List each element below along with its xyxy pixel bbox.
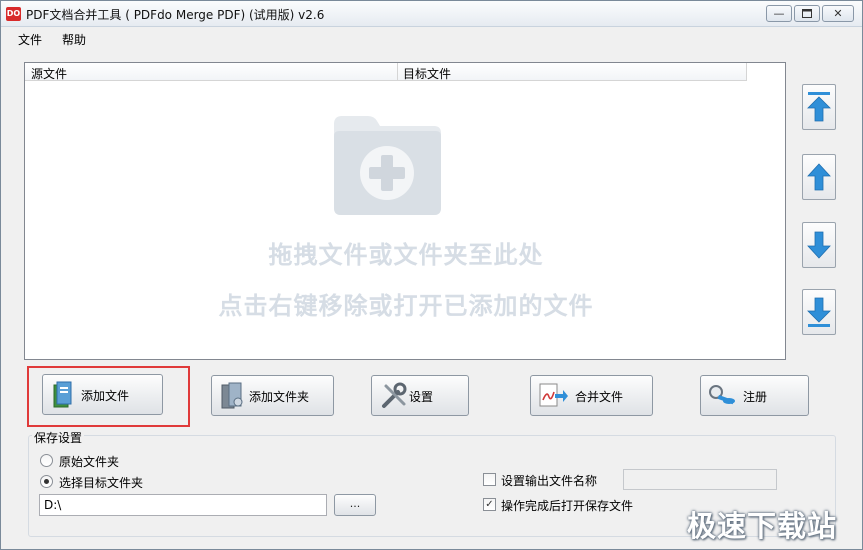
move-down-button[interactable] [802,222,836,268]
menu-file[interactable]: 文件 [18,31,42,48]
add-file-icon [53,381,72,408]
maximize-icon [802,9,812,18]
save-settings-title: 保存设置 [32,429,85,446]
close-icon: ✕ [833,7,843,20]
column-source-file[interactable]: 源文件 [31,65,67,82]
app-logo-icon: DO [6,7,21,21]
merge-button[interactable]: 合并文件 [530,375,653,416]
menu-help[interactable]: 帮助 [62,31,86,48]
context-hint-text: 点击右键移除或打开已添加的文件 [218,292,594,320]
column-target-file[interactable]: 目标文件 [403,65,451,82]
add-folder-button[interactable]: 添加文件夹 [211,375,334,416]
add-folder-label: 添加文件夹 [249,390,310,404]
radio-target-folder-label[interactable]: 选择目标文件夹 [59,474,143,491]
output-name-checkbox[interactable] [483,473,496,486]
minimize-button[interactable]: — [766,5,792,22]
drag-hint-text: 拖拽文件或文件夹至此处 [268,241,544,269]
settings-label: 设置 [409,390,434,404]
file-list[interactable]: 源文件 目标文件 拖拽文件或文件夹至此处 点击右键移除或打开已添加的文件 [24,62,786,360]
title-bar: DO PDF文档合并工具 ( PDFdo Merge PDF) (试用版) v2… [1,1,862,27]
add-folder-icon [221,382,243,409]
target-path-input[interactable] [39,494,327,516]
app-window: DO PDF文档合并工具 ( PDFdo Merge PDF) (试用版) v2… [0,0,863,550]
tools-icon [382,382,407,408]
merge-pdf-icon [539,383,568,407]
register-label: 注册 [743,390,768,404]
add-file-label: 添加文件 [81,389,130,403]
browse-button[interactable]: ... [334,494,376,516]
output-name-input[interactable] [623,469,777,490]
move-to-bottom-button[interactable] [802,289,836,335]
open-after-checkbox[interactable]: ✓ [483,498,496,511]
move-up-button[interactable] [802,154,836,200]
output-name-label[interactable]: 设置输出文件名称 [501,472,597,489]
add-file-button[interactable]: 添加文件 [42,374,163,415]
move-up-icon [807,163,831,191]
settings-button[interactable]: 设置 [371,375,469,416]
column-divider[interactable] [397,63,398,81]
list-header: 源文件 目标文件 [25,63,747,81]
close-button[interactable]: ✕ [822,5,854,22]
move-down-icon [807,231,831,259]
maximize-button[interactable] [794,5,820,22]
radio-original-folder-label[interactable]: 原始文件夹 [59,453,119,470]
menu-bar: 文件 帮助 [1,27,862,49]
move-to-top-button[interactable] [802,84,836,130]
move-to-top-icon [807,92,831,122]
radio-target-folder[interactable] [40,475,53,488]
window-title: PDF文档合并工具 ( PDFdo Merge PDF) (试用版) v2.6 [26,8,325,22]
open-after-label[interactable]: 操作完成后打开保存文件 [501,497,633,514]
radio-original-folder[interactable] [40,454,53,467]
window-controls: — ✕ [766,5,854,22]
minimize-icon: — [773,7,785,20]
key-icon [709,385,735,405]
merge-label: 合并文件 [575,390,624,404]
column-divider[interactable] [746,63,747,81]
register-button[interactable]: 注册 [700,375,809,416]
add-folder-placeholder-icon [334,116,441,215]
watermark-text: 极速下载站 [687,509,838,543]
move-to-bottom-icon [807,297,831,327]
